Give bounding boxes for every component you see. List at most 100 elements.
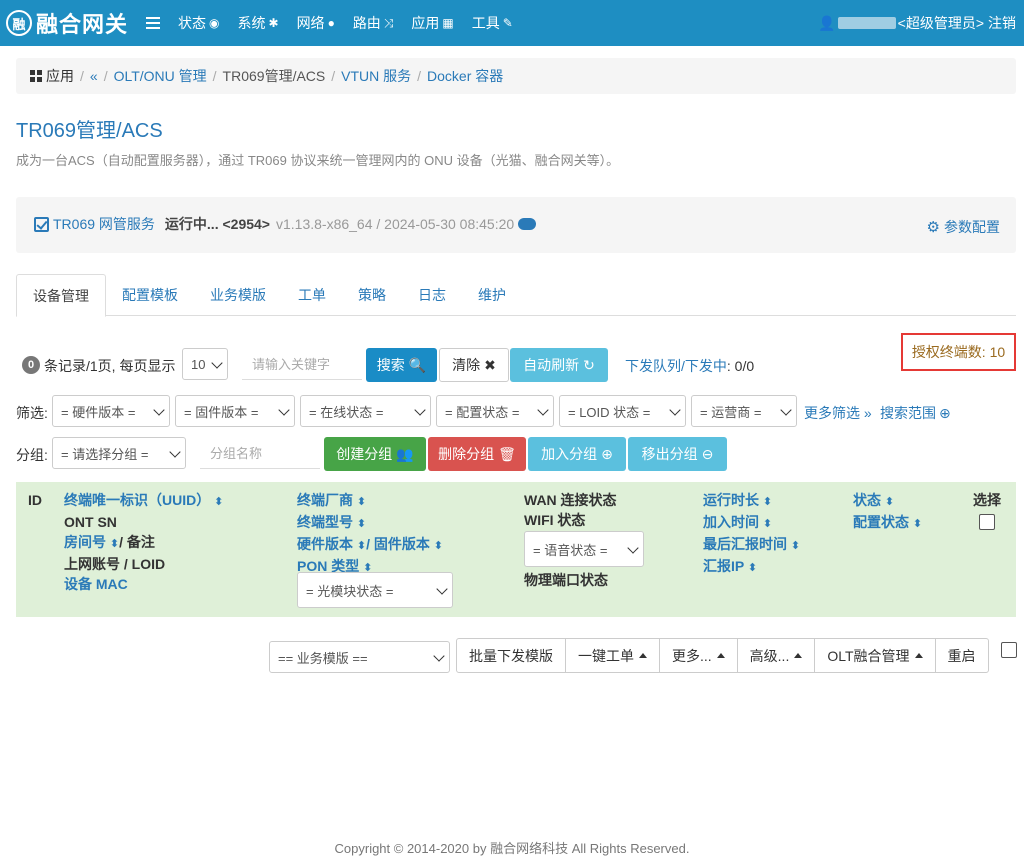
apps-icon <box>30 70 42 82</box>
one-click-workorder-button[interactable]: 一键工单 <box>565 638 660 673</box>
sort-model[interactable]: 终端型号 <box>297 514 353 530</box>
search-scope-link[interactable]: 搜索范围 ⊕ <box>880 403 951 423</box>
nav-item-status[interactable]: 状态 ◉ <box>178 13 219 33</box>
voice-status-select[interactable]: = 语音状态 = <box>524 531 644 567</box>
olt-fusion-button[interactable]: OLT融合管理 <box>814 638 936 673</box>
breadcrumb-vtun[interactable]: VTUN 服务 <box>341 66 411 86</box>
delete-group-button[interactable]: 删除分组 🗑 <box>428 437 526 471</box>
breadcrumb-back-icon[interactable]: « <box>90 68 98 84</box>
shuffle-icon: ⤨ <box>383 15 394 30</box>
nav-item-tools[interactable]: 工具 ✎ <box>472 13 513 33</box>
sort-icon[interactable]: ⬍ <box>357 540 366 552</box>
sort-mac[interactable]: 设备 MAC <box>64 574 223 594</box>
sort-icon[interactable]: ⬍ <box>434 540 443 552</box>
sort-uuid[interactable]: 终端唯一标识（UUID） <box>64 492 210 508</box>
nav-item-system[interactable]: 系统 ✱ <box>238 13 279 33</box>
breadcrumb-apps[interactable]: 应用 <box>46 66 74 86</box>
queue-status: 下发队列/下发中: 0/0 <box>625 356 754 376</box>
sort-icon[interactable]: ⬍ <box>214 496 223 508</box>
sort-uptime[interactable]: 运行时长 <box>703 492 759 508</box>
sort-config-state[interactable]: 配置状态 <box>853 514 909 530</box>
group-name-input[interactable]: 分组名称 <box>200 437 320 469</box>
more-actions-button[interactable]: 更多... <box>659 638 738 673</box>
record-count-text: 条记录/1页, 每页显示 <box>44 358 176 374</box>
sort-state[interactable]: 状态 <box>853 492 881 508</box>
filter-online-status[interactable]: = 在线状态 = <box>300 395 431 427</box>
col-time: 运行时长 ⬍ 加入时间 ⬍ 最后汇报时间 ⬍ 汇报IP ⬍ <box>703 490 800 578</box>
col-identity: 终端唯一标识（UUID） ⬍ ONT SN 房间号 ⬍/ 备注 上网账号 / L… <box>64 490 223 594</box>
group-select[interactable]: = 请选择分组 = <box>52 437 186 469</box>
nav-item-routing[interactable]: 路由 ⤨ <box>353 13 394 33</box>
users-icon: 👥 <box>396 445 414 462</box>
sort-icon[interactable]: ⬍ <box>763 496 772 508</box>
sort-report-ip[interactable]: 汇报IP <box>703 558 744 574</box>
reboot-button[interactable]: 重启 <box>934 638 989 673</box>
caret-up-icon <box>794 653 803 658</box>
sort-join-time[interactable]: 加入时间 <box>703 514 759 530</box>
sort-hw[interactable]: 硬件版本 <box>297 536 353 552</box>
nav-item-apps[interactable]: 应用 ▦ <box>411 13 453 33</box>
sort-icon[interactable]: ⬍ <box>791 540 800 552</box>
bulk-action-group: 批量下发模版 一键工单 更多... 高级... OLT融合管理 重启 <box>456 638 989 673</box>
col-select: 选择 <box>973 492 1001 508</box>
sort-last-report[interactable]: 最后汇报时间 <box>703 536 787 552</box>
sort-room[interactable]: 房间号 <box>64 534 106 550</box>
nav-menu: 状态 ◉ 系统 ✱ 网络 ● 路由 ⤨ 应用 ▦ 工具 ✎ <box>178 13 531 33</box>
globe-icon: ● <box>327 16 335 30</box>
sort-icon[interactable]: ⬍ <box>885 496 894 508</box>
select-all-checkbox[interactable] <box>979 514 995 530</box>
param-config-link[interactable]: ⚙ 参数配置 <box>927 217 1000 237</box>
clear-button[interactable]: 清除 ✖ <box>439 348 509 382</box>
cloud-download-icon[interactable] <box>518 218 537 230</box>
service-name[interactable]: TR069 网管服务 <box>53 214 155 234</box>
auto-refresh-button[interactable]: 自动刷新 ↻ <box>510 348 608 382</box>
sort-icon[interactable]: ⬍ <box>357 518 366 530</box>
service-template-select[interactable]: == 业务模版 == <box>269 641 450 673</box>
logout-link[interactable]: 注销 <box>988 13 1016 33</box>
breadcrumb: 应用 / « / OLT/ONU 管理 / TR069管理/ACS / VTUN… <box>16 58 1016 94</box>
batch-push-template-button[interactable]: 批量下发模版 <box>456 638 566 673</box>
col-port: 物理端口状态 <box>524 572 608 588</box>
tab-policy[interactable]: 策略 <box>342 274 402 316</box>
sort-icon[interactable]: ⬍ <box>748 562 757 574</box>
sort-icon[interactable]: ⬍ <box>110 538 119 550</box>
sort-icon[interactable]: ⬍ <box>763 518 772 530</box>
filter-config-status[interactable]: = 配置状态 = <box>436 395 554 427</box>
brand[interactable]: 融 融合网关 <box>6 7 128 39</box>
more-filters-link[interactable]: 更多筛选 » <box>804 403 872 423</box>
filter-loid-status[interactable]: = LOID 状态 = <box>559 395 686 427</box>
breadcrumb-olt[interactable]: OLT/ONU 管理 <box>114 66 207 86</box>
page-size-select[interactable]: 10 <box>182 348 228 380</box>
search-button[interactable]: 搜索 🔍 <box>366 348 437 382</box>
breadcrumb-docker[interactable]: Docker 容器 <box>427 66 503 86</box>
menu-toggle-icon[interactable] <box>146 17 161 29</box>
tab-maintenance[interactable]: 维护 <box>462 274 522 316</box>
tab-log[interactable]: 日志 <box>402 274 462 316</box>
tab-config-template[interactable]: 配置模板 <box>106 274 194 316</box>
sort-icon[interactable]: ⬍ <box>357 496 366 508</box>
advanced-actions-button[interactable]: 高级... <box>736 638 816 673</box>
username-redacted[interactable] <box>837 17 896 29</box>
leave-group-button[interactable]: 移出分组 ⊖ <box>628 437 727 471</box>
join-group-button[interactable]: 加入分组 ⊕ <box>528 437 626 471</box>
create-group-button[interactable]: 创建分组 👥 <box>324 437 426 471</box>
sort-fw[interactable]: / 固件版本 <box>366 536 430 552</box>
tab-service-template[interactable]: 业务模版 <box>194 274 282 316</box>
group-label: 分组: <box>16 447 48 463</box>
tab-work-order[interactable]: 工单 <box>282 274 342 316</box>
tab-device-management[interactable]: 设备管理 <box>16 274 106 317</box>
filter-hw-version[interactable]: = 硬件版本 = <box>52 395 170 427</box>
sort-vendor[interactable]: 终端厂商 <box>297 492 353 508</box>
col-connection: WAN 连接状态 WIFI 状态 <box>524 490 617 530</box>
col-account: 上网账号 / LOID <box>64 556 166 572</box>
bottom-select-checkbox[interactable] <box>1001 642 1017 658</box>
keyword-input[interactable]: 请输入关键字 <box>242 348 362 380</box>
filter-operator[interactable]: = 运营商 = <box>691 395 797 427</box>
queue-link[interactable]: 下发队列/下发中 <box>625 358 727 374</box>
sort-icon[interactable]: ⬍ <box>913 518 922 530</box>
gear-icon: ✱ <box>268 16 279 30</box>
nav-item-network[interactable]: 网络 ● <box>297 13 335 33</box>
filter-fw-version[interactable]: = 固件版本 = <box>175 395 295 427</box>
optic-status-select[interactable]: = 光模块状态 = <box>297 572 453 608</box>
user-menu: 👤 <超级管理员> 注销 <box>818 0 1016 46</box>
